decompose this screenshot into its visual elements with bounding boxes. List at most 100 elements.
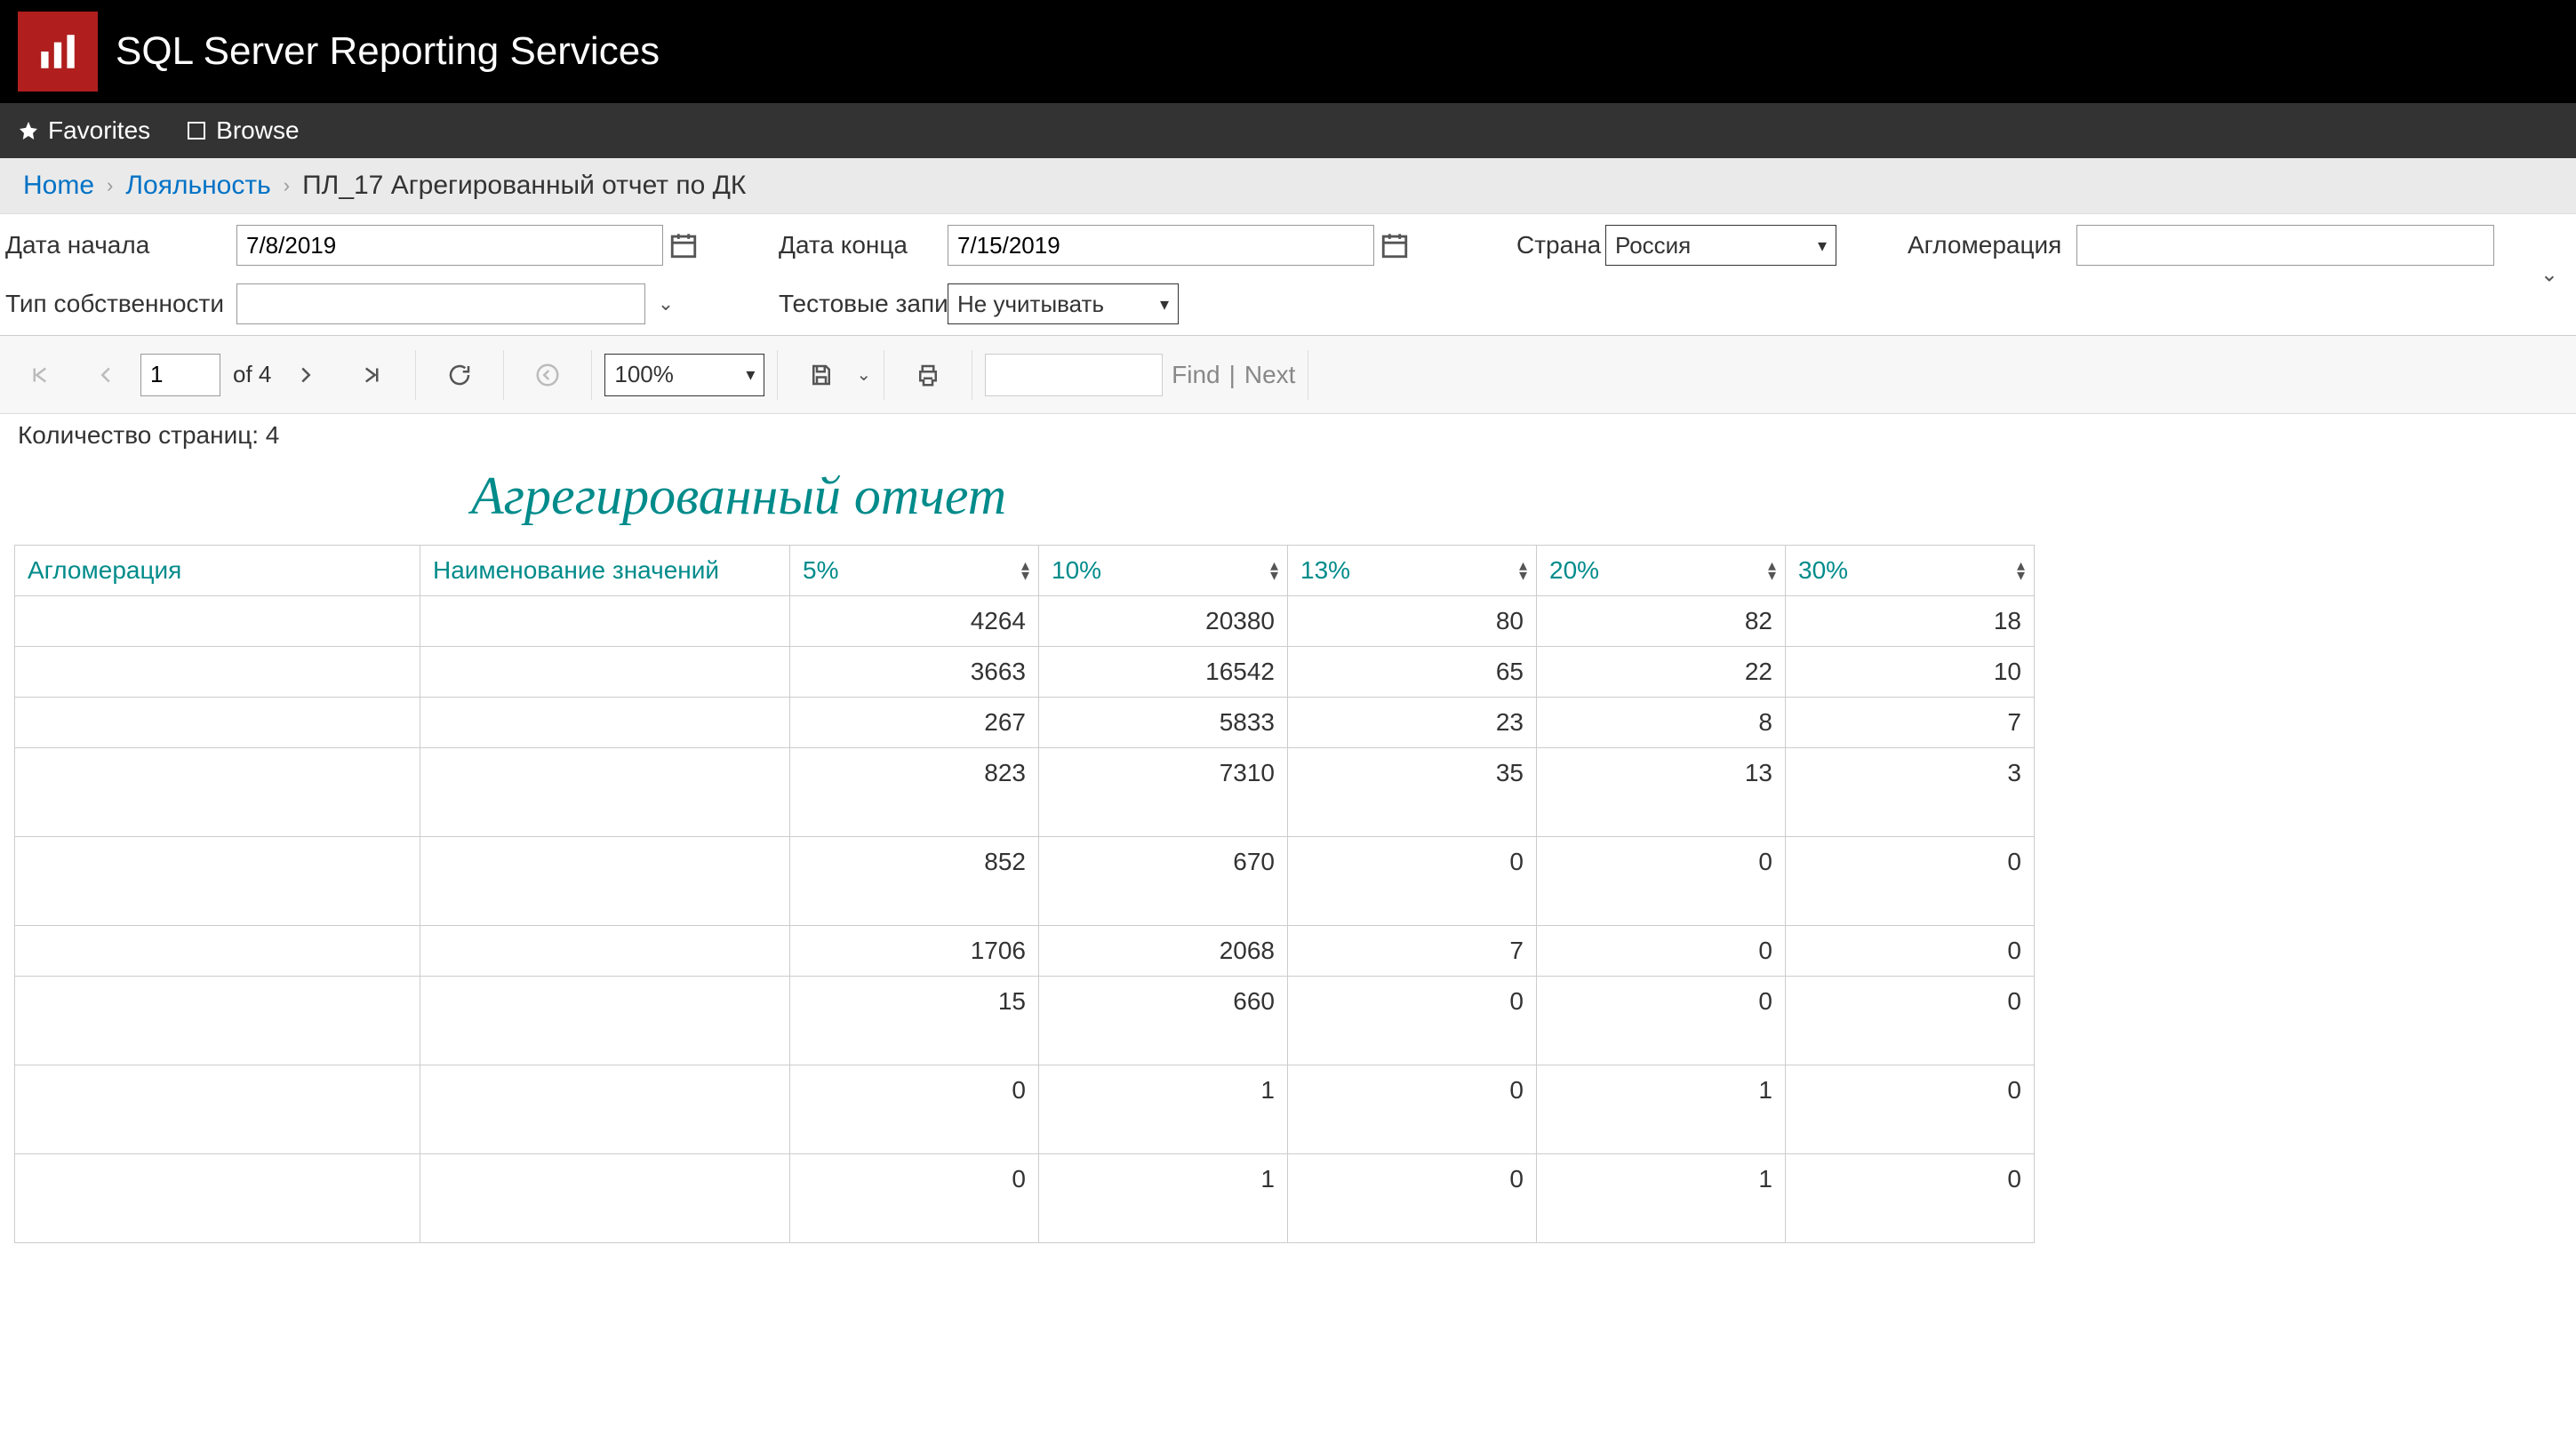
save-icon — [808, 362, 835, 388]
cell-13pct: 7 — [1288, 926, 1537, 977]
next-page-button[interactable] — [275, 348, 337, 402]
cell-10pct: 5833 — [1039, 698, 1288, 748]
date-end-picker[interactable] — [1374, 225, 1415, 266]
export-button[interactable] — [790, 348, 852, 402]
breadcrumb-separator: › — [284, 174, 290, 197]
cell-5pct: 1706 — [790, 926, 1039, 977]
table-row: 15660000 — [15, 977, 2035, 1065]
table-row: 01010 — [15, 1065, 2035, 1154]
cell-30pct: 3 — [1786, 748, 2035, 837]
refresh-icon — [446, 362, 473, 388]
cell-5pct: 0 — [790, 1154, 1039, 1243]
country-select[interactable]: Россия ▾ — [1605, 225, 1836, 266]
breadcrumb-home[interactable]: Home — [23, 171, 94, 201]
page-count-label: of 4 — [233, 361, 271, 388]
cell-13pct: 0 — [1288, 1065, 1537, 1154]
cell-aglomeration — [15, 748, 420, 837]
prev-page-button[interactable] — [75, 348, 137, 402]
browse-icon — [186, 120, 207, 141]
find-separator: | — [1229, 361, 1236, 389]
cell-name — [420, 926, 790, 977]
cell-10pct: 1 — [1039, 1154, 1288, 1243]
zoom-select[interactable]: 100% ▾ — [604, 354, 764, 396]
col-13pct[interactable]: 13%▴▾ — [1288, 546, 1537, 596]
favorites-link[interactable]: Favorites — [18, 116, 150, 145]
print-button[interactable] — [897, 348, 959, 402]
col-5pct[interactable]: 5%▴▾ — [790, 546, 1039, 596]
cell-5pct: 4264 — [790, 596, 1039, 647]
cell-aglomeration — [15, 837, 420, 926]
last-page-button[interactable] — [340, 348, 403, 402]
cell-20pct: 0 — [1537, 837, 1786, 926]
chevron-down-icon: ⌄ — [658, 292, 674, 315]
col-30pct[interactable]: 30%▴▾ — [1786, 546, 2035, 596]
cell-name — [420, 837, 790, 926]
toolbar-separator — [503, 350, 504, 400]
table-row: 426420380808218 — [15, 596, 2035, 647]
browse-link[interactable]: Browse — [186, 116, 299, 145]
table-row: 852670000 — [15, 837, 2035, 926]
col-name[interactable]: Наименование значений — [420, 546, 790, 596]
chevron-left-icon — [92, 362, 119, 388]
toolbar-separator — [415, 350, 416, 400]
sort-icon: ▴▾ — [1519, 561, 1527, 580]
last-page-icon — [358, 362, 385, 388]
refresh-button[interactable] — [428, 348, 491, 402]
test-label: Тестовые записи — [779, 290, 974, 318]
col-10pct[interactable]: 10%▴▾ — [1039, 546, 1288, 596]
panel-collapse-toggle[interactable]: ⌄ — [2540, 262, 2558, 288]
chevron-down-icon[interactable]: ⌄ — [856, 363, 871, 386]
page-number-input[interactable] — [140, 354, 220, 396]
cell-10pct: 2068 — [1039, 926, 1288, 977]
country-value: Россия — [1615, 232, 1691, 259]
chevron-down-icon: ▾ — [1160, 293, 1169, 315]
table-row: 01010 — [15, 1154, 2035, 1243]
cell-10pct: 670 — [1039, 837, 1288, 926]
cell-name — [420, 1154, 790, 1243]
chevron-down-icon: ▾ — [1818, 235, 1827, 257]
star-icon — [18, 120, 39, 141]
cell-aglomeration — [15, 647, 420, 698]
cell-10pct: 660 — [1039, 977, 1288, 1065]
find-input[interactable] — [985, 354, 1163, 396]
ownership-input[interactable] — [236, 283, 645, 324]
cell-20pct: 1 — [1537, 1154, 1786, 1243]
breadcrumb-loyalty[interactable]: Лояльность — [125, 171, 270, 201]
find-button[interactable]: Find — [1172, 361, 1220, 389]
calendar-icon — [1380, 230, 1410, 260]
date-end-input[interactable] — [948, 225, 1374, 266]
zoom-value: 100% — [614, 361, 674, 388]
aglomeration-input[interactable] — [2076, 225, 2494, 266]
aglomeration-label: Агломерация — [1908, 231, 2061, 259]
date-start-picker[interactable] — [663, 225, 704, 266]
first-page-button[interactable] — [9, 348, 71, 402]
app-logo — [18, 12, 98, 92]
cell-13pct: 0 — [1288, 1154, 1537, 1243]
cell-aglomeration — [15, 1154, 420, 1243]
favorites-label: Favorites — [48, 116, 150, 145]
cell-13pct: 0 — [1288, 837, 1537, 926]
date-start-input[interactable] — [236, 225, 663, 266]
ownership-label: Тип собственности — [5, 290, 224, 318]
cell-10pct: 1 — [1039, 1065, 1288, 1154]
first-page-icon — [27, 362, 53, 388]
col-aglomeration[interactable]: Агломерация — [15, 546, 420, 596]
report-toolbar: of 4 100% ▾ ⌄ Find | Next — [0, 336, 2576, 414]
ownership-dropdown-toggle[interactable]: ⌄ — [645, 283, 686, 324]
cell-5pct: 823 — [790, 748, 1039, 837]
back-button[interactable] — [516, 348, 579, 402]
cell-name — [420, 698, 790, 748]
col-20pct[interactable]: 20%▴▾ — [1537, 546, 1786, 596]
cell-5pct: 852 — [790, 837, 1039, 926]
test-select[interactable]: Не учитывать ▾ — [948, 283, 1179, 324]
cell-20pct: 0 — [1537, 926, 1786, 977]
print-icon — [915, 362, 941, 388]
breadcrumb-current: ПЛ_17 Агрегированный отчет по ДК — [302, 171, 746, 201]
cell-10pct: 16542 — [1039, 647, 1288, 698]
toolbar-separator — [591, 350, 592, 400]
cell-30pct: 0 — [1786, 1154, 2035, 1243]
breadcrumb: Home › Лояльность › ПЛ_17 Агрегированный… — [0, 158, 2576, 214]
chevron-right-icon — [292, 362, 319, 388]
test-value: Не учитывать — [957, 291, 1104, 318]
find-next-button[interactable]: Next — [1244, 361, 1296, 389]
